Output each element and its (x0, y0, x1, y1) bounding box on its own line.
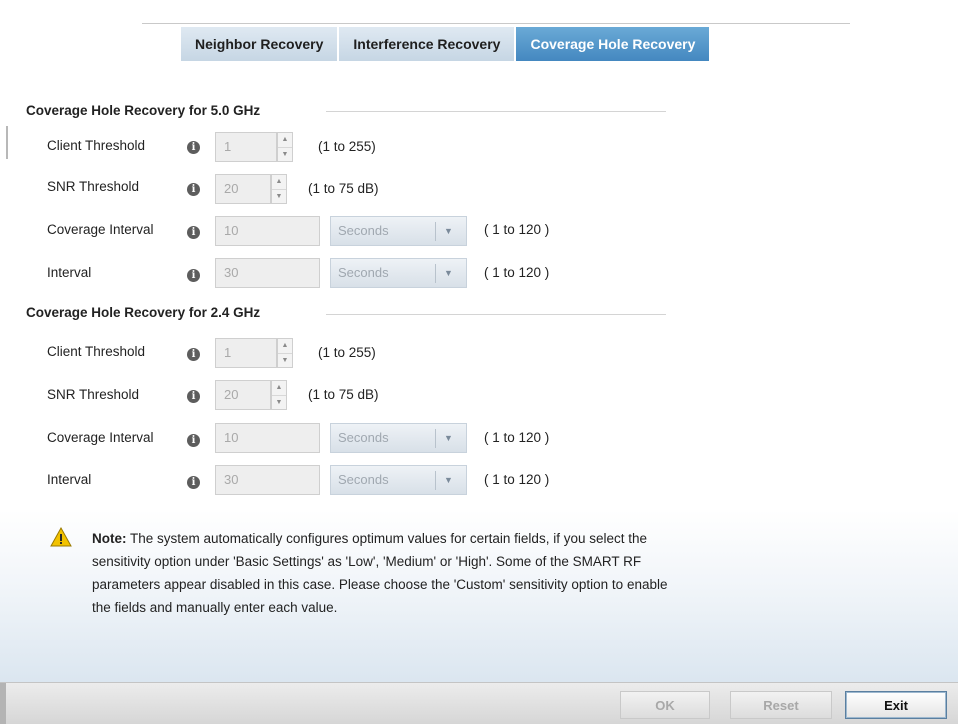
info-icon[interactable]: i (187, 183, 200, 196)
info-icon[interactable]: i (187, 269, 200, 282)
tab-coverage-hole-recovery[interactable]: Coverage Hole Recovery (516, 27, 710, 61)
ok-button[interactable]: OK (620, 691, 710, 719)
client-threshold-label: Client Threshold (47, 138, 146, 153)
client-threshold-label: Client Threshold (47, 344, 146, 359)
snr-threshold-label: SNR Threshold (47, 387, 140, 402)
info-icon[interactable]: i (187, 226, 200, 239)
tab-neighbor-recovery[interactable]: Neighbor Recovery (181, 27, 340, 61)
section-title-5ghz: Coverage Hole Recovery for 5.0 GHz (26, 103, 261, 118)
increment-icon[interactable]: ▲ (272, 175, 286, 189)
chevron-down-icon: ▼ (444, 433, 453, 443)
reset-button[interactable]: Reset (730, 691, 832, 719)
note-text: Note: The system automatically configure… (92, 527, 672, 619)
info-icon[interactable]: i (187, 141, 200, 154)
select-value: Seconds (338, 472, 389, 487)
interval-range: ( 1 to 120 ) (484, 265, 550, 280)
client-threshold-stepper[interactable]: ▲ ▼ (277, 132, 293, 162)
top-rule (142, 23, 850, 24)
interval-label: Interval (47, 265, 92, 280)
coverage-interval-label: Coverage Interval (47, 430, 154, 445)
info-icon[interactable]: i (187, 348, 200, 361)
coverage-interval-input[interactable]: 10 (215, 216, 320, 246)
note-label: Note: (92, 531, 127, 546)
snr-threshold-range: (1 to 75 dB) (308, 181, 379, 196)
left-edge-marker (6, 126, 8, 159)
interval-unit-select[interactable]: Seconds ▼ (330, 465, 467, 495)
info-icon[interactable]: i (187, 390, 200, 403)
decrement-icon[interactable]: ▼ (272, 395, 286, 409)
info-icon[interactable]: i (187, 476, 200, 489)
section-title-2-4ghz: Coverage Hole Recovery for 2.4 GHz (26, 305, 261, 320)
snr-threshold-input[interactable]: 20 (215, 380, 271, 410)
info-icon[interactable]: i (187, 434, 200, 447)
footer-edge (0, 683, 6, 724)
decrement-icon[interactable]: ▼ (278, 147, 292, 161)
increment-icon[interactable]: ▲ (278, 133, 292, 147)
coverage-interval-input[interactable]: 10 (215, 423, 320, 453)
snr-threshold-label: SNR Threshold (47, 179, 140, 194)
snr-threshold-stepper[interactable]: ▲ ▼ (271, 380, 287, 410)
footer-bar: OK Reset Exit (0, 682, 958, 724)
client-threshold-input[interactable]: 1 (215, 132, 277, 162)
interval-input[interactable]: 30 (215, 465, 320, 495)
chevron-down-icon: ▼ (444, 268, 453, 278)
chevron-down-icon: ▼ (444, 475, 453, 485)
snr-threshold-stepper[interactable]: ▲ ▼ (271, 174, 287, 204)
interval-label: Interval (47, 472, 92, 487)
tab-bar: Neighbor Recovery Interference Recovery … (181, 27, 710, 61)
coverage-interval-range: ( 1 to 120 ) (484, 430, 550, 445)
snr-threshold-input[interactable]: 20 (215, 174, 271, 204)
client-threshold-range: (1 to 255) (318, 345, 376, 360)
coverage-interval-range: ( 1 to 120 ) (484, 222, 550, 237)
client-threshold-input[interactable]: 1 (215, 338, 277, 368)
select-value: Seconds (338, 430, 389, 445)
coverage-interval-unit-select[interactable]: Seconds ▼ (330, 216, 467, 246)
increment-icon[interactable]: ▲ (278, 339, 292, 353)
client-threshold-range: (1 to 255) (318, 139, 376, 154)
chevron-down-icon: ▼ (444, 226, 453, 236)
section-divider (326, 111, 666, 112)
note-body: The system automatically configures opti… (92, 531, 668, 615)
snr-threshold-range: (1 to 75 dB) (308, 387, 379, 402)
decrement-icon[interactable]: ▼ (272, 189, 286, 203)
coverage-interval-unit-select[interactable]: Seconds ▼ (330, 423, 467, 453)
section-divider (326, 314, 666, 315)
client-threshold-stepper[interactable]: ▲ ▼ (277, 338, 293, 368)
tab-interference-recovery[interactable]: Interference Recovery (339, 27, 517, 61)
coverage-interval-label: Coverage Interval (47, 222, 154, 237)
select-value: Seconds (338, 265, 389, 280)
interval-range: ( 1 to 120 ) (484, 472, 550, 487)
interval-input[interactable]: 30 (215, 258, 320, 288)
decrement-icon[interactable]: ▼ (278, 353, 292, 367)
interval-unit-select[interactable]: Seconds ▼ (330, 258, 467, 288)
increment-icon[interactable]: ▲ (272, 381, 286, 395)
select-value: Seconds (338, 223, 389, 238)
exit-button[interactable]: Exit (845, 691, 947, 719)
warning-triangle-icon (50, 527, 72, 547)
